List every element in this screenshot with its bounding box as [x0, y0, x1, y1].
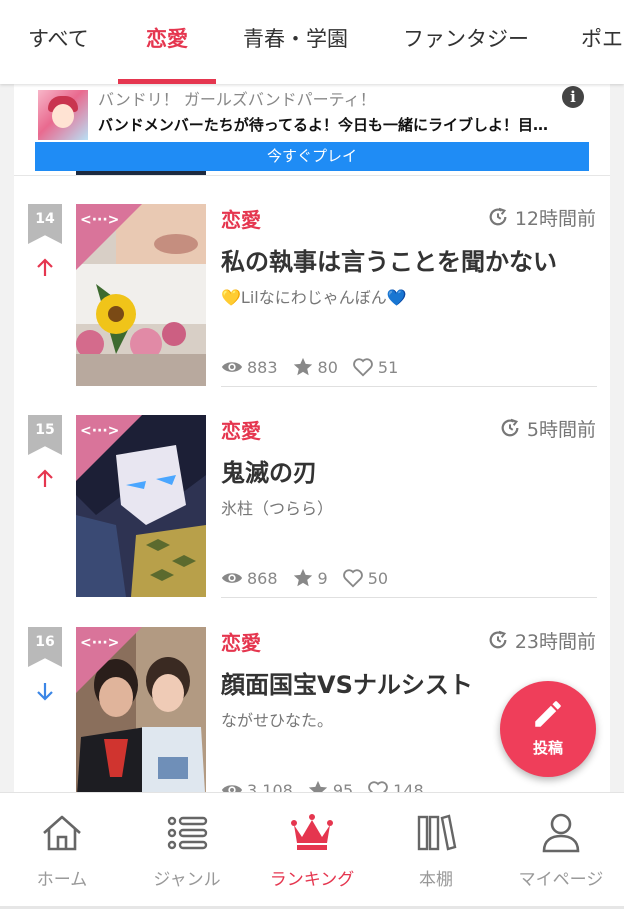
ranking-list[interactable]: バンドリ！ ガールズバンドパーティ！ バンドメンバーたちが待ってるよ！今日も一緒… — [14, 84, 610, 792]
person-icon — [542, 813, 580, 853]
star-count: 80 — [317, 357, 338, 377]
bookshelf-icon — [417, 814, 457, 851]
rank-badge: 14 — [28, 204, 62, 244]
star-count: 95 — [332, 780, 354, 793]
story-stats: 868 9 50 — [221, 567, 402, 589]
post-button-label: 投稿 — [532, 739, 563, 757]
ad-title: バンドリ！ ガールズバンドパーティ！ — [98, 90, 376, 109]
nav-label: ホーム — [36, 870, 88, 890]
story-thumbnail[interactable]: <···> — [76, 627, 206, 792]
view-count: 3,108 — [247, 780, 293, 793]
eye-icon — [221, 362, 243, 372]
star-icon — [293, 568, 312, 587]
story-thumbnail[interactable]: <···> — [76, 204, 206, 386]
author-name[interactable]: 氷柱（つらら） — [221, 495, 333, 519]
crown-icon — [291, 814, 333, 850]
trend-up-icon — [37, 469, 53, 487]
yellow-heart-emoji: 💛 — [221, 288, 241, 307]
heart-icon — [353, 358, 373, 377]
updated-time: 5時間前 — [499, 415, 596, 441]
genre-label[interactable]: 恋愛 — [221, 627, 261, 656]
tab-youth-school[interactable]: 青春・学園 — [243, 0, 348, 84]
nav-label: マイページ — [518, 870, 604, 890]
genre-label[interactable]: 恋愛 — [221, 415, 261, 444]
trend-down-icon — [37, 683, 53, 701]
divider — [14, 175, 610, 176]
story-title[interactable]: 私の執事は言うことを聞かない — [221, 242, 557, 277]
info-icon[interactable]: i — [562, 86, 584, 108]
ad-play-button[interactable]: 今すぐプレイ — [35, 142, 589, 171]
story-title[interactable]: 顔面国宝VSナルシスト — [221, 665, 473, 700]
story-title[interactable]: 鬼滅の刃 — [221, 453, 317, 488]
nav-label: ジャンル — [153, 870, 221, 890]
view-count: 883 — [247, 357, 278, 377]
tab-all[interactable]: すべて — [28, 0, 89, 84]
tab-romance[interactable]: 恋愛 — [146, 0, 188, 84]
active-tab-indicator — [118, 79, 216, 84]
time-text: 12時間前 — [514, 207, 596, 230]
author-name[interactable]: ながせひなた。 — [221, 707, 333, 731]
heart-icon — [342, 569, 363, 588]
divider — [221, 597, 597, 598]
tab-fantasy[interactable]: ファンタジー — [403, 0, 529, 84]
history-icon — [489, 630, 507, 649]
nav-label: 本棚 — [419, 870, 453, 890]
history-icon — [501, 418, 519, 437]
story-stats: 883 80 51 — [221, 356, 412, 378]
ad-thumbnail[interactable] — [38, 90, 88, 140]
heart-icon — [368, 781, 389, 792]
eye-icon — [221, 573, 243, 583]
updated-time: 12時間前 — [487, 204, 596, 230]
history-icon — [489, 207, 507, 226]
divider — [221, 386, 597, 387]
time-text: 23時間前 — [514, 630, 596, 653]
ranking-item[interactable]: 14 <···> 恋愛 12時間前 私の執事は言うことを聞かない 💛Lilなにわ… — [14, 204, 610, 404]
like-count: 148 — [393, 780, 424, 793]
bottom-nav: ホーム ジャンル ランキング 本棚 マイページ — [0, 792, 624, 909]
home-icon — [43, 815, 81, 851]
updated-time: 23時間前 — [487, 627, 596, 653]
star-count: 9 — [317, 568, 328, 588]
code-icon: <···> — [80, 635, 120, 651]
eye-icon — [221, 785, 243, 792]
like-count: 50 — [367, 568, 389, 588]
nav-home[interactable]: ホーム — [0, 793, 124, 909]
pencil-icon — [535, 701, 561, 727]
time-text: 5時間前 — [526, 418, 596, 441]
story-thumbnail[interactable]: <···> — [76, 415, 206, 597]
star-icon — [308, 780, 327, 792]
list-icon — [167, 816, 208, 850]
nav-label: ランキング — [269, 870, 355, 890]
blue-heart-emoji: 💙 — [386, 288, 407, 307]
nav-bookshelf[interactable]: 本棚 — [374, 793, 498, 909]
author-name-text: Lilなにわじゃんぼん — [240, 288, 387, 307]
code-icon: <···> — [80, 423, 120, 439]
ranking-item[interactable]: 15 <···> 恋愛 5時間前 鬼滅の刃 氷柱（つらら） 868 9 50 — [14, 415, 610, 615]
tab-poem[interactable]: ポエ — [581, 0, 623, 84]
post-button[interactable]: 投稿 — [500, 681, 596, 777]
nav-genre[interactable]: ジャンル — [125, 793, 249, 909]
rank-badge: 15 — [28, 415, 62, 455]
like-count: 51 — [377, 357, 399, 377]
story-stats: 3,108 95 148 — [221, 779, 438, 792]
genre-tab-bar: すべて 恋愛 青春・学園 ファンタジー ポエ — [0, 0, 624, 84]
code-icon: <···> — [80, 212, 120, 228]
view-count: 868 — [247, 568, 278, 588]
trend-up-icon — [37, 258, 53, 276]
star-icon — [293, 357, 312, 376]
nav-mypage[interactable]: マイページ — [499, 793, 623, 909]
rank-badge: 16 — [28, 627, 62, 667]
nav-ranking[interactable]: ランキング — [250, 793, 374, 909]
ad-text: バンドメンバーたちが待ってるよ！今日も一緒にライブしよ！目指せ、フ... — [98, 116, 560, 134]
genre-label[interactable]: 恋愛 — [221, 204, 261, 233]
author-name[interactable]: 💛Lilなにわじゃんぼん💙 — [221, 284, 407, 308]
